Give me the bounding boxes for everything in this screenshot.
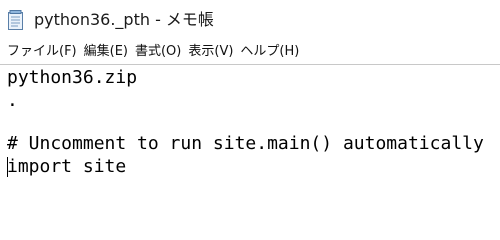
notepad-icon [8,10,25,30]
menu-bar: ファイル(F) 編集(E) 書式(O) 表示(V) ヘルプ(H) [0,40,500,64]
window-title: python36._pth - メモ帳 [34,10,214,29]
menu-edit[interactable]: 編集(E) [82,42,131,62]
menu-help[interactable]: ヘルプ(H) [238,42,302,62]
editor-line-1: python36.zip [7,67,138,88]
notepad-window: python36._pth - メモ帳 ファイル(F) 編集(E) 書式(O) … [0,0,500,210]
editor-line-4: # Uncomment to run site.main() automatic… [7,133,484,154]
text-editor-area[interactable]: python36.zip . # Uncomment to run site.m… [0,64,500,210]
text-caret [7,157,8,177]
menu-view[interactable]: 表示(V) [186,42,236,62]
title-bar[interactable]: python36._pth - メモ帳 [0,0,500,40]
editor-line-2: . [7,90,18,111]
menu-format[interactable]: 書式(O) [133,42,184,62]
editor-line-5: import site [7,156,127,177]
menu-file[interactable]: ファイル(F) [5,42,80,62]
